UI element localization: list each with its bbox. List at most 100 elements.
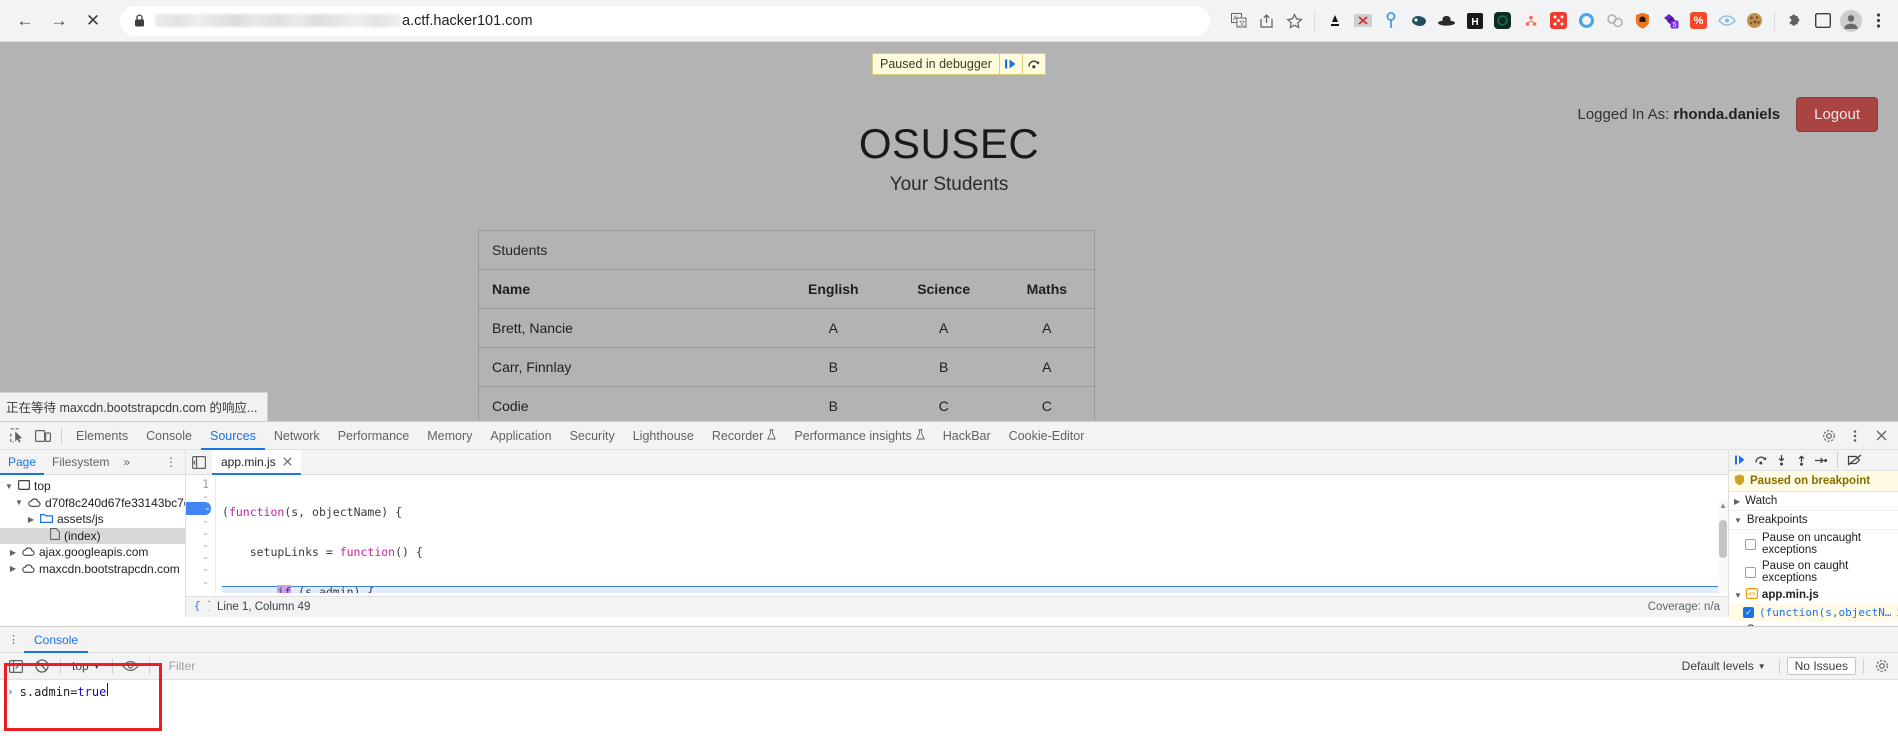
purple-badge-icon[interactable]: 5 (1657, 7, 1684, 34)
pause-caught-exceptions-row[interactable]: Pause on caught exceptions (1729, 558, 1898, 586)
chevron-down-icon[interactable]: ▼ (1758, 662, 1766, 671)
orange-slash-icon[interactable]: % (1685, 7, 1712, 34)
code-lines[interactable]: (function(s, objectName) { setupLinks = … (216, 475, 1728, 593)
live-expression-icon[interactable] (120, 655, 142, 677)
open-circle-icon[interactable] (1573, 7, 1600, 34)
navigator-tab-page[interactable]: Page (0, 450, 44, 475)
address-bar[interactable]: a.ctf.hacker101.com (120, 5, 1210, 36)
line-number-gutter[interactable]: 1 - - - - - - - - - (186, 475, 216, 593)
bookmark-star-icon[interactable] (1281, 7, 1308, 34)
extensions-puzzle-icon[interactable] (1781, 7, 1808, 34)
retire-icon[interactable] (1489, 7, 1516, 34)
bubbles-icon[interactable] (1601, 7, 1628, 34)
more-options-icon[interactable] (1842, 424, 1868, 448)
console-sidebar-icon[interactable] (5, 655, 27, 677)
clear-console-icon[interactable] (31, 655, 53, 677)
breakpoint-file-row[interactable]: ▼ <> app.min.js (1729, 586, 1898, 604)
twisty-icon[interactable]: ▼ (4, 482, 14, 491)
drawer-more-options-icon[interactable]: ⋮ (4, 633, 24, 646)
twisty-icon[interactable]: ▼ (1734, 516, 1742, 525)
watch-section-header[interactable]: ▶ Watch (1729, 492, 1898, 511)
profile-avatar-icon[interactable] (1837, 7, 1864, 34)
breakpoint-item[interactable]: ✓ (function(s,objectN… 1 (1729, 604, 1898, 621)
checkbox[interactable] (1745, 538, 1756, 550)
gutter-line-breakpoint[interactable]: - (186, 502, 211, 515)
pretty-print-icon[interactable]: { } (194, 600, 214, 614)
step-over-icon[interactable] (1021, 54, 1045, 74)
cell-name[interactable]: Brett, Nancie (479, 308, 779, 348)
console-input[interactable]: s.admin=true (20, 683, 109, 699)
eye-icon[interactable] (1713, 7, 1740, 34)
sidepanel-icon[interactable] (1809, 7, 1836, 34)
table-row[interactable]: Brett, Nancie A A A (479, 308, 1094, 348)
tab-cookie-editor[interactable]: Cookie-Editor (1000, 422, 1094, 450)
tab-lighthouse[interactable]: Lighthouse (624, 422, 703, 450)
checkbox[interactable] (1745, 566, 1756, 578)
step-icon[interactable] (1812, 450, 1830, 470)
forward-arrow-icon[interactable]: → (44, 6, 74, 36)
back-arrow-icon[interactable]: ← (10, 6, 40, 36)
tab-memory[interactable]: Memory (418, 422, 481, 450)
tree-node-top[interactable]: ▼ top (0, 478, 185, 495)
twisty-icon[interactable]: ▼ (14, 498, 24, 507)
step-into-icon[interactable] (1772, 450, 1790, 470)
wappalyzer-icon[interactable] (1405, 7, 1432, 34)
tab-console[interactable]: Console (137, 422, 201, 450)
noscript-icon[interactable] (1349, 7, 1376, 34)
tree-node-googleapis[interactable]: ▶ ajax.googleapis.com (0, 544, 185, 561)
resume-script-icon[interactable] (998, 54, 1022, 74)
twisty-icon[interactable]: ▶ (8, 564, 18, 573)
code-area[interactable]: 1 - - - - - - - - - (function(s, objectN… (186, 475, 1728, 593)
chrome-menu-icon[interactable] (1865, 7, 1892, 34)
table-row[interactable]: Carr, Finnlay B B A (479, 347, 1094, 387)
cell-name[interactable]: Carr, Finnlay (479, 347, 779, 387)
tree-node-assets-js[interactable]: ▶ assets/js (0, 511, 185, 528)
burp-icon[interactable] (1321, 7, 1348, 34)
console-input-row[interactable]: › s.admin=true (0, 680, 1898, 702)
twisty-icon[interactable]: ▼ (1734, 591, 1742, 600)
breakpoint-checkbox[interactable]: ✓ (1743, 607, 1754, 618)
tab-hackbar[interactable]: HackBar (934, 422, 1000, 450)
navigator-tab-filesystem[interactable]: Filesystem (44, 450, 117, 475)
tab-performance-insights[interactable]: Performance insights (785, 422, 933, 450)
device-toolbar-icon[interactable] (30, 424, 56, 448)
editor-scrollbar[interactable]: ▲ ▼ (1718, 500, 1728, 593)
translate-icon[interactable]: A文 (1225, 7, 1252, 34)
shield-icon[interactable] (1629, 7, 1656, 34)
tab-sources[interactable]: Sources (201, 422, 265, 450)
tab-elements[interactable]: Elements (67, 422, 137, 450)
scrollbar-thumb[interactable] (1719, 520, 1727, 558)
gutter-line[interactable]: - (186, 563, 209, 575)
navigator-more-options-icon[interactable]: ⋮ (158, 455, 185, 469)
console-context-selector[interactable]: top ▼ (68, 659, 105, 673)
console-filter-input[interactable]: Filter (161, 657, 1672, 676)
cookie-editor-icon[interactable] (1741, 7, 1768, 34)
tab-security[interactable]: Security (561, 422, 624, 450)
stop-x-icon[interactable]: ✕ (78, 6, 108, 36)
table-row[interactable]: Codie B C C (479, 386, 1094, 421)
drawer-tab-console[interactable]: Console (24, 627, 88, 653)
tab-application[interactable]: Application (481, 422, 560, 450)
chevron-down-icon[interactable]: ▼ (93, 662, 101, 671)
twisty-icon[interactable]: ▶ (1734, 497, 1740, 506)
pause-uncaught-exceptions-row[interactable]: Pause on uncaught exceptions (1729, 530, 1898, 558)
no-issues-button[interactable]: No Issues (1786, 657, 1856, 675)
tab-network[interactable]: Network (265, 422, 329, 450)
close-icon[interactable] (283, 455, 292, 469)
twisty-icon[interactable]: ▶ (26, 515, 36, 524)
scroll-up-arrow-icon[interactable]: ▲ (1719, 501, 1727, 510)
gutter-line[interactable]: - (186, 514, 209, 526)
breakpoints-section-header[interactable]: ▼ Breakpoints (1729, 511, 1898, 530)
gear-icon[interactable] (1816, 424, 1842, 448)
gutter-line[interactable]: - (186, 587, 209, 593)
console-levels-selector[interactable]: Default levels ▼ (1676, 659, 1772, 673)
close-icon[interactable] (1868, 424, 1894, 448)
twisty-icon[interactable]: ▶ (8, 548, 18, 557)
inspect-element-icon[interactable] (4, 424, 30, 448)
tab-performance[interactable]: Performance (329, 422, 419, 450)
step-out-icon[interactable] (1792, 450, 1810, 470)
tree-node-index[interactable]: (index) (0, 527, 185, 544)
foxyproxy-icon[interactable] (1517, 7, 1544, 34)
show-navigator-icon[interactable] (186, 450, 212, 474)
hackbar-icon[interactable]: H (1461, 7, 1488, 34)
